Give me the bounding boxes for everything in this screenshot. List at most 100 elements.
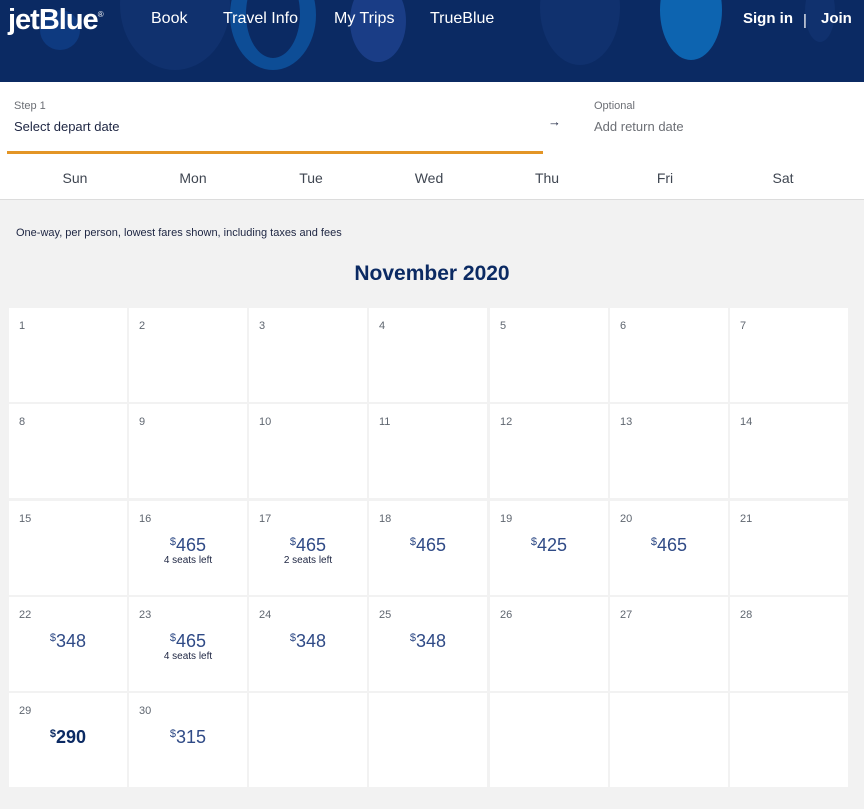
calendar-day-cell: 1 [9, 308, 127, 402]
calendar-day-cell[interactable]: 17 $465 2 seats left [249, 501, 367, 595]
calendar-day-cell: 6 [610, 308, 728, 402]
day-number: 12 [500, 416, 513, 428]
day-number: 4 [379, 320, 386, 332]
header-decoration [660, 0, 722, 60]
fare-amount: 425 [537, 535, 568, 555]
weekday-fri: Fri [656, 170, 674, 186]
arrow-right-icon: → [548, 114, 561, 129]
calendar-day-cell[interactable]: 29 $290 [9, 693, 127, 787]
fare-amount: 465 [657, 535, 688, 555]
day-number: 25 [379, 609, 392, 621]
fare-price: $315 [129, 727, 247, 748]
fare-amount: 465 [176, 631, 207, 651]
day-number: 30 [139, 705, 152, 717]
calendar-day-cell: 21 [730, 501, 848, 595]
calendar-day-cell: 8 [9, 404, 127, 498]
day-number: 16 [139, 513, 152, 525]
weekday-mon: Mon [179, 170, 207, 186]
step-return-label: Add return date [594, 119, 684, 134]
sign-in-link[interactable]: Sign in [743, 10, 793, 27]
calendar-day-cell: 26 [490, 597, 608, 691]
day-number: 11 [379, 416, 391, 428]
calendar-day-cell: 4 [369, 308, 487, 402]
fare-price: $348 [9, 631, 127, 652]
step-return-optional: Optional [594, 100, 635, 112]
day-number: 2 [139, 320, 146, 332]
nav-book[interactable]: Book [151, 10, 187, 28]
currency-symbol: $ [169, 536, 177, 548]
calendar-day-cell: 2 [129, 308, 247, 402]
fare-amount: 290 [56, 727, 87, 747]
join-link[interactable]: Join [821, 10, 852, 27]
currency-symbol: $ [409, 536, 417, 548]
nav-my-trips[interactable]: My Trips [334, 10, 394, 28]
day-number: 15 [19, 513, 32, 525]
calendar-day-cell[interactable]: 18 $465 [369, 501, 487, 595]
calendar-day-cell: 9 [129, 404, 247, 498]
seats-left-note: 4 seats left [163, 651, 213, 662]
calendar-day-cell: 5 [490, 308, 608, 402]
currency-symbol: $ [409, 632, 417, 644]
fare-amount: 465 [416, 535, 447, 555]
nav-travel-info[interactable]: Travel Info [223, 10, 298, 28]
currency-symbol: $ [169, 728, 177, 740]
day-number: 24 [259, 609, 272, 621]
calendar-day-cell[interactable]: 23 $465 4 seats left [129, 597, 247, 691]
fare-price: $348 [369, 631, 487, 652]
logo-text: jetBlue [8, 4, 99, 36]
account-separator: | [803, 12, 807, 29]
currency-symbol: $ [169, 632, 177, 644]
calendar-empty-cell [610, 693, 728, 787]
weekday-header: Sun Mon Tue Wed Thu Fri Sat [0, 154, 864, 200]
fare-price: $465 [610, 535, 728, 556]
calendar-day-cell: 28 [730, 597, 848, 691]
currency-symbol: $ [530, 536, 538, 548]
fare-amount: 465 [296, 535, 327, 555]
day-number: 8 [19, 416, 26, 428]
calendar-day-cell[interactable]: 16 $465 4 seats left [129, 501, 247, 595]
calendar-day-cell[interactable]: 25 $348 [369, 597, 487, 691]
day-number: 10 [259, 416, 272, 428]
day-number: 17 [259, 513, 272, 525]
step-depart-tab[interactable]: Step 1 Select depart date [7, 82, 543, 154]
calendar-day-cell[interactable]: 20 $465 [610, 501, 728, 595]
currency-symbol: $ [650, 536, 658, 548]
calendar-day-cell[interactable]: 30 $315 [129, 693, 247, 787]
day-number: 29 [19, 705, 32, 717]
calendar-empty-cell [369, 693, 487, 787]
day-number: 5 [500, 320, 507, 332]
calendar-day-cell: 15 [9, 501, 127, 595]
nav-trueblue[interactable]: TrueBlue [430, 10, 494, 28]
day-number: 14 [740, 416, 753, 428]
fare-price: $465 [129, 631, 247, 652]
calendar-day-cell[interactable]: 22 $348 [9, 597, 127, 691]
day-number: 13 [620, 416, 633, 428]
weekday-sat: Sat [772, 170, 794, 186]
header-decoration [540, 0, 620, 65]
fare-amount: 348 [56, 631, 87, 651]
currency-symbol: $ [49, 632, 57, 644]
date-step-bar: Step 1 Select depart date → Optional Add… [0, 82, 864, 154]
calendar-day-cell: 13 [610, 404, 728, 498]
fare-price: $425 [490, 535, 608, 556]
fare-price: $465 [249, 535, 367, 556]
day-number: 6 [620, 320, 627, 332]
currency-symbol: $ [289, 536, 297, 548]
day-number: 20 [620, 513, 633, 525]
fare-price: $465 [129, 535, 247, 556]
step-return-tab[interactable]: Optional Add return date [594, 82, 854, 154]
day-number: 28 [740, 609, 753, 621]
fare-amount: 348 [296, 631, 327, 651]
step-depart-number: Step 1 [14, 100, 46, 112]
day-number: 21 [740, 513, 753, 525]
day-number: 1 [19, 320, 26, 332]
fare-info-text: One-way, per person, lowest fares shown,… [16, 227, 342, 239]
calendar-day-cell[interactable]: 19 $425 [490, 501, 608, 595]
calendar-day-cell: 11 [369, 404, 487, 498]
day-number: 22 [19, 609, 32, 621]
weekday-thu: Thu [534, 170, 560, 186]
jetblue-logo[interactable]: jetBlue® [8, 4, 104, 37]
calendar-day-cell[interactable]: 24 $348 [249, 597, 367, 691]
calendar-empty-cell [730, 693, 848, 787]
month-title: November 2020 [354, 262, 510, 285]
